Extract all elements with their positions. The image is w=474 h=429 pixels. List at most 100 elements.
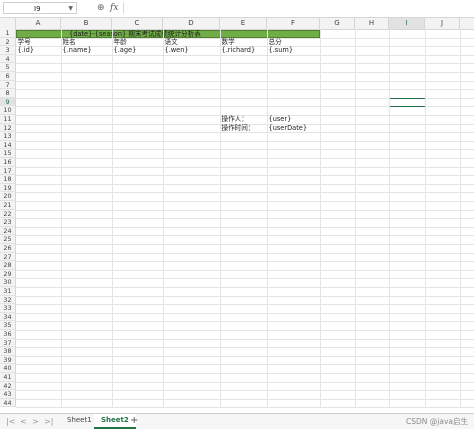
row-header-9[interactable]: 9 <box>0 97 16 107</box>
next-sheet-button[interactable]: > <box>32 416 39 427</box>
name-box[interactable]: I9 ▼ <box>3 2 77 14</box>
field-name[interactable]: {.name} <box>63 46 92 55</box>
row-header-22[interactable]: 22 <box>0 209 16 219</box>
operation-time-label[interactable]: 操作时间： <box>222 124 255 133</box>
row-header-37[interactable]: 37 <box>0 338 16 348</box>
column-header-b[interactable]: B <box>61 18 112 29</box>
row-header-32[interactable]: 32 <box>0 295 16 305</box>
row-header-19[interactable]: 19 <box>0 183 16 193</box>
row-gridline <box>16 201 474 202</box>
row-header-6[interactable]: 6 <box>0 72 16 81</box>
row-header-4[interactable]: 4 <box>0 54 16 64</box>
operator-label[interactable]: 操作人： <box>222 115 248 124</box>
row-header-24[interactable]: 24 <box>0 226 16 236</box>
header-student-id[interactable]: 学号 <box>18 38 31 47</box>
row-header-20[interactable]: 20 <box>0 192 16 201</box>
row-header-38[interactable]: 38 <box>0 347 16 356</box>
row-header-42[interactable]: 42 <box>0 381 16 391</box>
row-header-31[interactable]: 31 <box>0 287 16 296</box>
field-math[interactable]: {.richard} <box>222 46 256 55</box>
row-header-16[interactable]: 16 <box>0 158 16 167</box>
field-age[interactable]: {.age} <box>114 46 137 55</box>
formula-input[interactable] <box>123 2 472 14</box>
row-header-29[interactable]: 29 <box>0 269 16 279</box>
row-gridline <box>16 175 474 177</box>
row-header-44[interactable]: 44 <box>0 398 16 408</box>
row-header-10[interactable]: 10 <box>0 106 16 115</box>
row-header-5[interactable]: 5 <box>0 63 16 72</box>
row-header-41[interactable]: 41 <box>0 373 16 382</box>
tab-sheet1[interactable]: Sheet1 <box>60 414 99 427</box>
column-header-c[interactable]: C <box>112 18 163 29</box>
row-header-25[interactable]: 25 <box>0 235 16 244</box>
row-gridline <box>16 355 474 357</box>
sheet-tabs-bar: |< < > >| Sheet1 Sheet2 + CSDN @java启生 <box>0 413 474 429</box>
header-math[interactable]: 数学 <box>222 38 235 47</box>
row-gridline <box>16 183 474 185</box>
column-header-d[interactable]: D <box>163 18 220 29</box>
operator-value[interactable]: {user} <box>269 115 292 124</box>
field-student-id[interactable]: {.id} <box>18 46 35 55</box>
column-gridline <box>163 29 164 408</box>
row-header-30[interactable]: 30 <box>0 278 16 287</box>
row-header-26[interactable]: 26 <box>0 244 16 253</box>
row-header-15[interactable]: 15 <box>0 149 16 158</box>
column-gridline <box>460 29 461 408</box>
last-sheet-button[interactable]: >| <box>44 416 53 427</box>
operation-time-value[interactable]: {userDate} <box>269 124 308 133</box>
row-header-21[interactable]: 21 <box>0 201 16 210</box>
column-header-j[interactable]: J <box>425 18 460 29</box>
row-header-1[interactable]: 1 <box>0 29 16 38</box>
row-header-23[interactable]: 23 <box>0 218 16 227</box>
column-header-g[interactable]: G <box>320 18 355 29</box>
row-header-12[interactable]: 12 <box>0 123 16 133</box>
header-chinese[interactable]: 语文 <box>165 38 178 47</box>
row-header-11[interactable]: 11 <box>0 115 16 124</box>
row-header-43[interactable]: 43 <box>0 390 16 399</box>
row-header-3[interactable]: 3 <box>0 46 16 55</box>
chevron-down-icon[interactable]: ▼ <box>68 3 73 15</box>
row-header-27[interactable]: 27 <box>0 252 16 262</box>
header-age[interactable]: 年龄 <box>114 38 127 47</box>
row-header-13[interactable]: 13 <box>0 132 16 141</box>
column-header-row: ABCDEFGHIJ <box>0 18 474 30</box>
add-sheet-button[interactable]: + <box>130 414 138 427</box>
column-gridline <box>220 29 221 408</box>
row-header-36[interactable]: 36 <box>0 330 16 339</box>
row-header-7[interactable]: 7 <box>0 80 16 90</box>
row-header-33[interactable]: 33 <box>0 304 16 313</box>
column-header-f[interactable]: F <box>267 18 320 29</box>
row-header-40[interactable]: 40 <box>0 364 16 373</box>
field-total[interactable]: {.sum} <box>269 46 294 55</box>
row-header-17[interactable]: 17 <box>0 166 16 176</box>
row-header-2[interactable]: 2 <box>0 37 16 47</box>
report-title: {date}-{season} 期末考试成绩统计分析表 <box>69 29 201 38</box>
row-gridline <box>16 321 474 323</box>
row-gridline <box>16 398 474 400</box>
name-box-value: I9 <box>34 5 41 13</box>
header-name[interactable]: 姓名 <box>63 38 76 47</box>
first-sheet-button[interactable]: |< <box>6 416 15 427</box>
header-total[interactable]: 总分 <box>269 38 282 47</box>
row-header-8[interactable]: 8 <box>0 89 16 98</box>
column-header-a[interactable]: A <box>16 18 61 29</box>
fx-icon[interactable]: fx <box>110 1 118 15</box>
row-header-39[interactable]: 39 <box>0 355 16 365</box>
row-header-28[interactable]: 28 <box>0 261 16 270</box>
select-all-corner[interactable] <box>0 18 16 29</box>
prev-sheet-button[interactable]: < <box>20 416 27 427</box>
column-header-e[interactable]: E <box>220 18 267 29</box>
field-chinese[interactable]: {.wen} <box>165 46 189 55</box>
column-header-i[interactable]: I <box>389 18 425 29</box>
row-header-34[interactable]: 34 <box>0 312 16 322</box>
zoom-icon[interactable]: ⊕ <box>97 2 105 14</box>
row-gridline <box>16 364 474 366</box>
column-gridline <box>61 29 62 408</box>
row-header-14[interactable]: 14 <box>0 140 16 150</box>
column-header-h[interactable]: H <box>355 18 389 29</box>
row-gridline <box>16 226 474 228</box>
row-header-35[interactable]: 35 <box>0 321 16 330</box>
active-cell[interactable] <box>389 97 426 108</box>
column-gridline <box>112 29 113 408</box>
row-header-18[interactable]: 18 <box>0 175 16 184</box>
